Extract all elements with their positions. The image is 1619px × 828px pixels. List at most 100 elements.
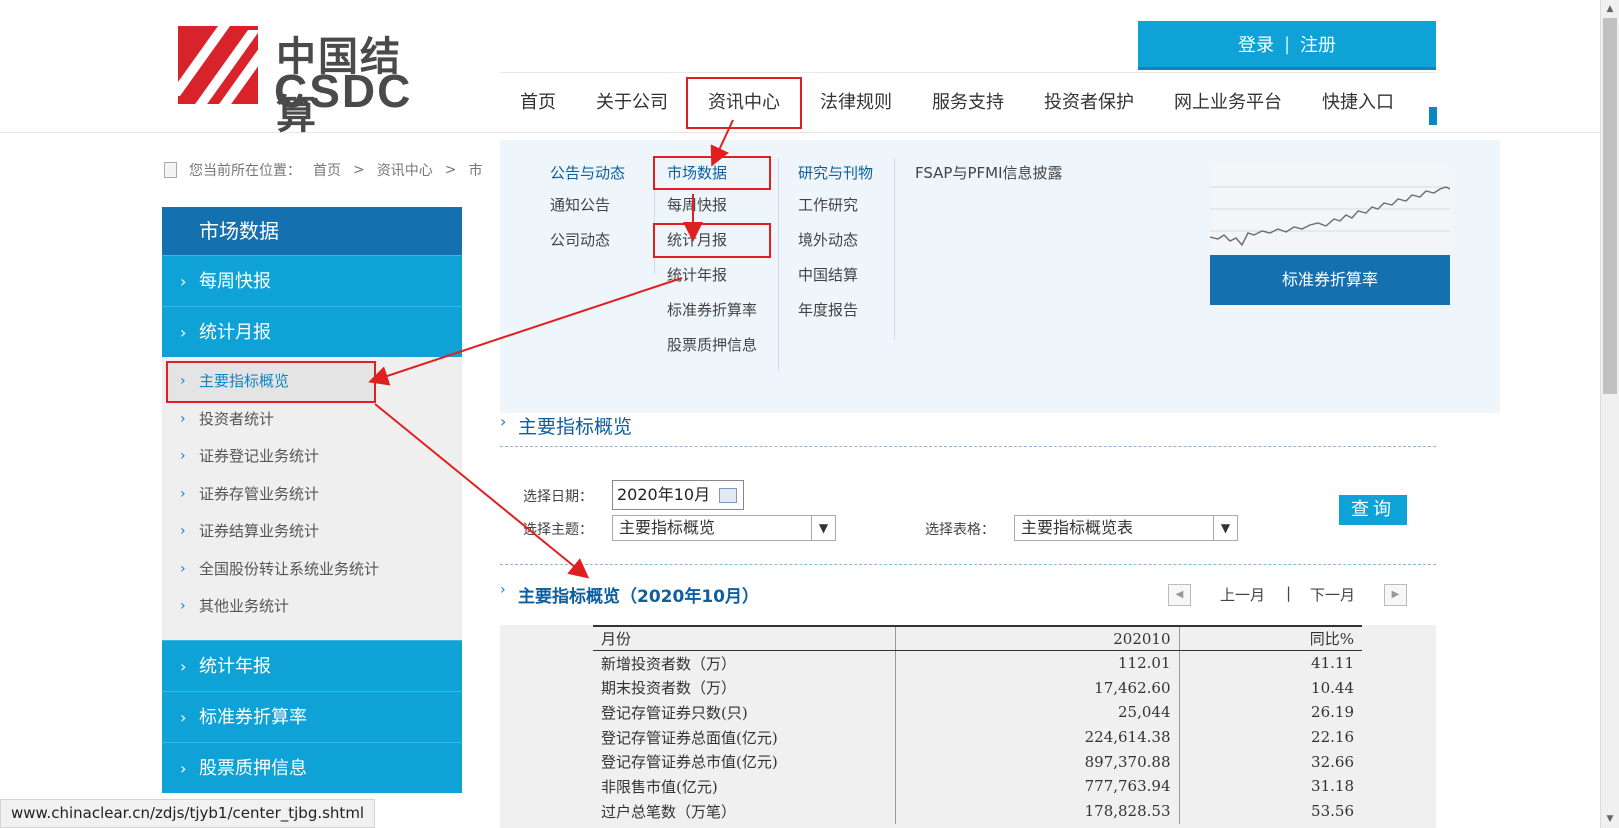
logo-english-text: CSDC <box>274 65 413 117</box>
table-select-value: 主要指标概览表 <box>1021 518 1134 537</box>
sidebar-sub-investors[interactable]: 投资者统计 <box>162 401 462 439</box>
prev-month-link[interactable]: 上一月 <box>1220 584 1265 605</box>
next-arrow-icon[interactable]: ▶ <box>1384 584 1407 606</box>
key-indicators-table: 月份 202010 同比% 新增投资者数（万） 112.01 41.11 期末投… <box>593 625 1362 824</box>
sidebar-sub-custody[interactable]: 证券存管业务统计 <box>162 476 462 514</box>
nav-quick-entry[interactable]: 快捷入口 <box>1302 79 1414 127</box>
dropdown-head-announcements[interactable]: 公告与动态 <box>538 158 637 188</box>
dropdown-link-notices[interactable]: 通知公告 <box>538 188 637 223</box>
vertical-scrollbar[interactable]: ▲ ▼ <box>1600 0 1619 828</box>
row-yoy: 10.44 <box>1178 675 1362 701</box>
date-value: 2020年10月 <box>617 485 711 504</box>
row-label: 登记存管证券只数(只) <box>601 703 748 722</box>
row-label: 期末投资者数（万） <box>601 679 737 698</box>
row-label: 新增投资者数（万） <box>601 654 737 673</box>
dropdown-head-fsap[interactable]: FSAP与PFMI信息披露 <box>903 158 1075 188</box>
breadcrumb: 您当前所在位置： 首页 > 资讯中心 > 市 <box>164 160 482 180</box>
divider <box>500 564 1436 565</box>
nav-online-platform[interactable]: 网上业务平台 <box>1154 79 1302 127</box>
sidebar-sub-settlement[interactable]: 证券结算业务统计 <box>162 513 462 551</box>
nav-service-support[interactable]: 服务支持 <box>912 79 1024 127</box>
chevron-down-icon[interactable]: ▼ <box>811 516 835 540</box>
dropdown-link-annual-report[interactable]: 年度报告 <box>786 293 885 328</box>
calendar-icon[interactable] <box>719 488 737 503</box>
nav-home[interactable]: 首页 <box>500 79 576 127</box>
data-table-area: 月份 202010 同比% 新增投资者数（万） 112.01 41.11 期末投… <box>500 625 1436 828</box>
dropdown-link-annual[interactable]: 统计年报 <box>655 258 769 293</box>
dropdown-link-company-news[interactable]: 公司动态 <box>538 223 637 258</box>
row-yoy: 41.11 <box>1178 650 1362 676</box>
sidebar-item-stock-pledge[interactable]: 股票质押信息 <box>162 741 462 794</box>
sidebar-item-standard-bond[interactable]: 标准券折算率 <box>162 690 462 743</box>
status-bar-url: www.chinaclear.cn/zdjs/tjyb1/center_tjbg… <box>0 799 376 828</box>
csdc-logo[interactable]: 中国结算 CSDC <box>178 24 438 138</box>
topic-select[interactable]: 主要指标概览 ▼ <box>612 515 836 541</box>
nav-news-center[interactable]: 资讯中心 <box>686 76 802 129</box>
sidebar-sub-other[interactable]: 其他业务统计 <box>162 588 462 626</box>
document-icon <box>164 162 177 178</box>
prev-arrow-icon[interactable]: ◀ <box>1168 584 1191 606</box>
dropdown-link-china-clear[interactable]: 中国结算 <box>786 258 885 293</box>
sidebar-item-monthly[interactable]: 统计月报 <box>162 306 462 358</box>
scroll-thumb[interactable] <box>1603 18 1617 394</box>
row-yoy: 32.66 <box>1178 749 1362 775</box>
breadcrumb-news-center[interactable]: 资讯中心 <box>377 160 433 180</box>
login-link[interactable]: 登录 <box>1238 31 1274 57</box>
table-header-row: 月份 202010 同比% <box>593 625 1362 652</box>
pager-separator: | <box>1286 584 1292 602</box>
dropdown-head-research[interactable]: 研究与刊物 <box>786 158 885 188</box>
dropdown-col-research: 研究与刊物 工作研究 境外动态 中国结算 年度报告 <box>786 158 885 328</box>
row-label: 登记存管证券总面值(亿元) <box>601 728 778 747</box>
nav-about[interactable]: 关于公司 <box>576 79 688 127</box>
scroll-down-arrow-icon[interactable]: ▼ <box>1601 810 1619 828</box>
nav-legal-rules[interactable]: 法律规则 <box>800 79 912 127</box>
table-row: 过户总笔数（万笔） 178,828.53 53.56 <box>593 798 1362 824</box>
dropdown-link-weekly[interactable]: 每周快报 <box>655 188 769 223</box>
sidebar-item-weekly[interactable]: 每周快报 <box>162 255 462 307</box>
table-row: 非限售市值(亿元) 777,763.94 31.18 <box>593 774 1362 799</box>
header-month: 月份 <box>593 625 895 652</box>
standard-bond-feature-button[interactable]: 标准券折算率 <box>1210 255 1450 305</box>
sidebar-sub-key-indicators[interactable]: 主要指标概览 <box>166 361 376 403</box>
sidebar: 市场数据 每周快报 统计月报 主要指标概览 投资者统计 证券登记业务统计 证券存… <box>162 207 462 794</box>
next-month-link[interactable]: 下一月 <box>1310 584 1355 605</box>
dropdown-link-standard-bond[interactable]: 标准券折算率 <box>655 293 769 328</box>
table-select[interactable]: 主要指标概览表 ▼ <box>1014 515 1238 541</box>
breadcrumb-market[interactable]: 市 <box>468 160 482 180</box>
dropdown-link-overseas[interactable]: 境外动态 <box>786 223 885 258</box>
sidebar-title: 市场数据 <box>162 207 462 255</box>
section-title: 主要指标概览 <box>500 412 1436 447</box>
query-button[interactable]: 查询 <box>1339 495 1407 525</box>
table-row: 登记存管证券只数(只) 25,044 26.19 <box>593 700 1362 725</box>
nav-investor-protection[interactable]: 投资者保护 <box>1024 79 1154 127</box>
dropdown-link-monthly[interactable]: 统计月报 <box>652 223 772 258</box>
date-label: 选择日期： <box>523 489 593 505</box>
register-link[interactable]: 注册 <box>1300 31 1336 57</box>
row-value: 224,614.38 <box>894 724 1179 750</box>
table-row: 新增投资者数（万） 112.01 41.11 <box>593 650 1362 676</box>
dropdown-head-market-data[interactable]: 市场数据 <box>652 156 772 190</box>
market-chart-thumbnail[interactable] <box>1209 163 1451 255</box>
news-center-dropdown: 公告与动态 通知公告 公司动态 市场数据 每周快报 统计月报 统计年报 标准券折… <box>500 140 1500 413</box>
dropdown-link-work-research[interactable]: 工作研究 <box>786 188 885 223</box>
dropdown-col-fsap: FSAP与PFMI信息披露 <box>903 158 1075 188</box>
row-value: 25,044 <box>894 700 1179 725</box>
page: 中国结算 CSDC 登录 | 注册 首页 关于公司 资讯中心 法律规则 服务支持… <box>0 0 1619 828</box>
bookmark-icon <box>1429 107 1437 125</box>
table-row: 期末投资者数（万） 17,462.60 10.44 <box>593 675 1362 701</box>
sidebar-item-annual[interactable]: 统计年报 <box>162 639 462 692</box>
sidebar-submenu: 主要指标概览 投资者统计 证券登记业务统计 证券存管业务统计 证券结算业务统计 … <box>162 357 462 640</box>
row-yoy: 22.16 <box>1178 724 1362 750</box>
chevron-down-icon[interactable]: ▼ <box>1213 516 1237 540</box>
row-yoy: 53.56 <box>1178 798 1362 824</box>
date-input[interactable]: 2020年10月 <box>612 480 744 510</box>
sidebar-sub-neeq[interactable]: 全国股份转让系统业务统计 <box>162 551 462 589</box>
breadcrumb-separator: > <box>353 162 365 178</box>
dropdown-link-stock-pledge[interactable]: 股票质押信息 <box>655 328 769 363</box>
login-separator: | <box>1283 33 1291 55</box>
scroll-up-arrow-icon[interactable]: ▲ <box>1601 0 1619 18</box>
breadcrumb-home[interactable]: 首页 <box>313 160 341 180</box>
sidebar-sub-registration[interactable]: 证券登记业务统计 <box>162 438 462 476</box>
logo-mark-icon <box>178 26 258 104</box>
dropdown-col-announcements: 公告与动态 通知公告 公司动态 <box>538 158 637 258</box>
